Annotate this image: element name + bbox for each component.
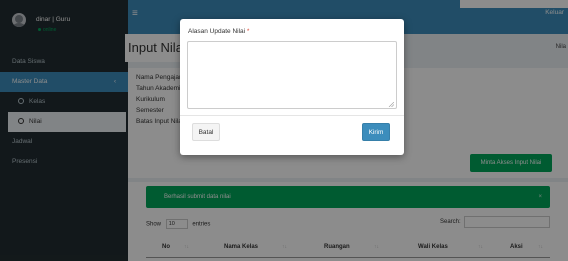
- resize-grip-icon[interactable]: [388, 102, 394, 107]
- reason-textarea[interactable]: [187, 41, 397, 109]
- reason-label: Alasan Update Nilai *: [188, 28, 249, 35]
- reason-label-text: Alasan Update Nilai: [188, 28, 246, 35]
- cancel-button[interactable]: Batal: [192, 123, 220, 141]
- modal-divider: [180, 115, 404, 116]
- update-reason-modal: Alasan Update Nilai * Batal Kirim: [180, 19, 404, 155]
- submit-button[interactable]: Kirim: [362, 123, 390, 141]
- required-mark: *: [246, 28, 250, 35]
